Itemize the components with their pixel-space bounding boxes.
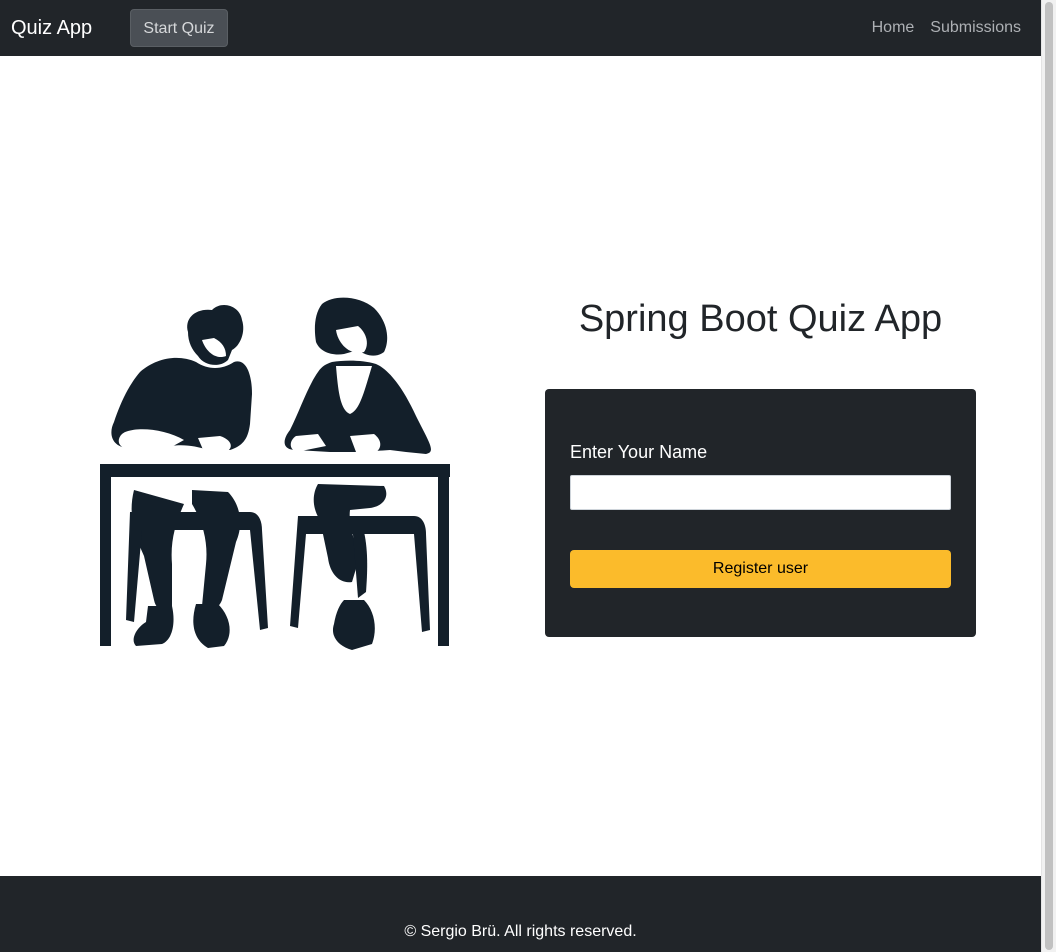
- start-quiz-button[interactable]: Start Quiz: [130, 9, 228, 47]
- navbar: Quiz App Start Quiz Home Submissions: [0, 0, 1041, 56]
- registration-card: Enter Your Name Register user: [545, 389, 976, 637]
- page-title: Spring Boot Quiz App: [578, 298, 943, 340]
- nav-link-home[interactable]: Home: [872, 18, 915, 38]
- nav-links: Home Submissions: [872, 18, 1021, 38]
- name-input[interactable]: [570, 475, 951, 510]
- name-label: Enter Your Name: [570, 442, 708, 462]
- footer: © Sergio Brü. All rights reserved.: [0, 876, 1041, 952]
- scrollbar-thumb[interactable]: [1045, 2, 1053, 950]
- two-people-writing-at-desk-illustration: [100, 297, 450, 650]
- nav-link-submissions[interactable]: Submissions: [930, 18, 1021, 38]
- footer-copyright: © Sergio Brü. All rights reserved.: [404, 923, 637, 940]
- brand-logo[interactable]: Quiz App: [11, 15, 92, 41]
- register-user-button[interactable]: Register user: [570, 550, 951, 588]
